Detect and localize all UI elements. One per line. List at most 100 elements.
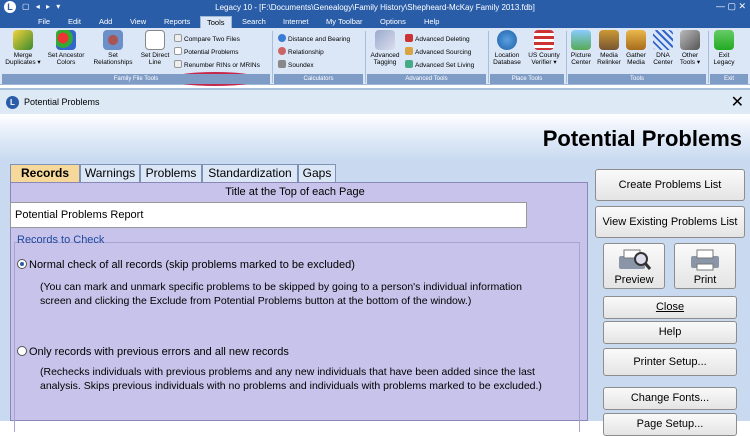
previous-errors-label: Only records with previous errors and al… bbox=[29, 346, 289, 358]
menu-bar: File Edit Add View Reports Tools Search … bbox=[0, 14, 750, 28]
legacy-logo-icon[interactable]: L bbox=[4, 1, 16, 13]
people-icon bbox=[278, 47, 286, 55]
menu-tools[interactable]: Tools bbox=[200, 16, 232, 28]
renumber-rins-button[interactable]: Renumber RINs or MRINs bbox=[174, 60, 260, 70]
ribbon-separator bbox=[365, 31, 366, 83]
tag-icon bbox=[375, 30, 395, 50]
ribbon-separator bbox=[272, 31, 273, 83]
window-title: Legacy 10 - [F:\Documents\Genealogy\Fami… bbox=[215, 3, 535, 12]
change-fonts-button[interactable]: Change Fonts... bbox=[603, 387, 737, 410]
living-icon bbox=[405, 60, 413, 68]
compare-two-files-button[interactable]: Compare Two Files bbox=[174, 34, 240, 44]
wrench-icon bbox=[680, 30, 700, 50]
print-label: Print bbox=[693, 274, 717, 286]
globe-icon bbox=[278, 34, 286, 42]
radio-selected-icon[interactable] bbox=[17, 259, 27, 269]
close-button[interactable]: Close bbox=[603, 296, 737, 319]
view-existing-problems-button[interactable]: View Existing Problems List bbox=[595, 206, 745, 238]
menu-help[interactable]: Help bbox=[418, 16, 445, 28]
close-icon[interactable]: ✕ bbox=[731, 92, 744, 112]
tab-records[interactable]: Records bbox=[10, 164, 80, 183]
report-title-input[interactable] bbox=[10, 202, 527, 228]
preview-label: Preview bbox=[614, 274, 654, 286]
group-label: Place Tools bbox=[490, 74, 564, 84]
menu-view[interactable]: View bbox=[124, 16, 152, 28]
advanced-sourcing-button[interactable]: Advanced Sourcing bbox=[405, 47, 471, 57]
help-button[interactable]: Help bbox=[603, 321, 737, 344]
exit-legacy-button[interactable]: Exit Legacy bbox=[710, 30, 738, 66]
media-relinker-button[interactable]: Media Relinker bbox=[594, 30, 624, 66]
renumber-icon bbox=[174, 60, 182, 68]
normal-check-radio[interactable]: Normal check of all records (skip proble… bbox=[17, 259, 355, 271]
menu-file[interactable]: File bbox=[32, 16, 56, 28]
gather-media-button[interactable]: Gather Media bbox=[622, 30, 650, 66]
normal-check-label: Normal check of all records (skip proble… bbox=[29, 259, 355, 271]
group-label: Family File Tools bbox=[2, 74, 270, 84]
other-tools-button[interactable]: Other Tools ▾ bbox=[676, 30, 704, 66]
exit-icon bbox=[714, 30, 734, 50]
tab-problems[interactable]: Problems bbox=[140, 164, 202, 182]
location-database-button[interactable]: Location Database bbox=[490, 30, 524, 66]
advanced-tagging-button[interactable]: Advanced Tagging bbox=[368, 30, 402, 66]
menu-options[interactable]: Options bbox=[374, 16, 412, 28]
tab-standardization[interactable]: Standardization bbox=[202, 164, 298, 182]
normal-check-description: (You can mark and unmark specific proble… bbox=[40, 281, 522, 307]
merge-duplicates-button[interactable]: Merge Duplicates ▾ bbox=[4, 30, 42, 66]
set-direct-line-button[interactable]: Set Direct Line bbox=[138, 30, 172, 66]
us-county-verifier-button[interactable]: US County Verifier ▾ bbox=[524, 30, 564, 66]
radio-unselected-icon[interactable] bbox=[17, 346, 27, 356]
picture-center-button[interactable]: Picture Center bbox=[567, 30, 595, 66]
dialog-title: Potential Problems bbox=[24, 97, 100, 107]
print-button[interactable]: Print bbox=[674, 243, 736, 289]
set-relationships-button[interactable]: Set Relationships bbox=[90, 30, 136, 66]
distance-bearing-button[interactable]: Distance and Bearing bbox=[278, 34, 350, 44]
ribbon-toolbar: Merge Duplicates ▾ Set Ancestor Colors S… bbox=[0, 28, 750, 86]
menu-edit[interactable]: Edit bbox=[62, 16, 87, 28]
advanced-set-living-button[interactable]: Advanced Set Living bbox=[405, 60, 474, 70]
group-label: Advanced Tools bbox=[367, 74, 486, 84]
menu-add[interactable]: Add bbox=[93, 16, 118, 28]
preview-button[interactable]: Preview bbox=[603, 243, 665, 289]
dialog-titlebar: L Potential Problems ✕ bbox=[0, 88, 750, 114]
picture-icon bbox=[571, 30, 591, 50]
records-to-check-label: Records to Check bbox=[17, 234, 105, 246]
menu-reports[interactable]: Reports bbox=[158, 16, 196, 28]
legacy-logo-icon: L bbox=[6, 96, 19, 109]
previous-errors-description: (Rechecks individuals with previous prob… bbox=[40, 366, 542, 392]
page-title: Potential Problems bbox=[542, 126, 742, 151]
printer-icon bbox=[691, 249, 719, 271]
dna-center-button[interactable]: DNA Center bbox=[650, 30, 676, 66]
previous-errors-radio[interactable]: Only records with previous errors and al… bbox=[17, 346, 289, 358]
colors-icon bbox=[56, 30, 76, 50]
direct-line-icon bbox=[145, 30, 165, 50]
group-label: Calculators bbox=[274, 74, 363, 84]
potential-problems-button[interactable]: Potential Problems bbox=[174, 47, 239, 57]
delete-icon bbox=[405, 34, 413, 42]
menu-search[interactable]: Search bbox=[236, 16, 272, 28]
relationships-icon bbox=[103, 30, 123, 50]
set-ancestor-colors-button[interactable]: Set Ancestor Colors bbox=[46, 30, 86, 66]
media-icon bbox=[599, 30, 619, 50]
create-problems-list-button[interactable]: Create Problems List bbox=[595, 169, 745, 201]
menu-internet[interactable]: Internet bbox=[277, 16, 314, 28]
advanced-deleting-button[interactable]: Advanced Deleting bbox=[405, 34, 470, 44]
preview-icon bbox=[619, 249, 652, 270]
page-setup-button[interactable]: Page Setup... bbox=[603, 413, 737, 436]
group-label: Tools bbox=[568, 74, 706, 84]
menu-my-toolbar[interactable]: My Toolbar bbox=[320, 16, 369, 28]
tab-warnings[interactable]: Warnings bbox=[80, 164, 140, 182]
tab-gaps[interactable]: Gaps bbox=[298, 164, 336, 182]
group-label: Exit bbox=[710, 74, 748, 84]
relationship-calc-button[interactable]: Relationship bbox=[278, 47, 324, 57]
window-controls[interactable]: — ▢ ✕ bbox=[716, 1, 746, 12]
soundex-icon bbox=[278, 60, 286, 68]
app-titlebar: L ▢ ◂ ▸ ▾ Legacy 10 - [F:\Documents\Gene… bbox=[0, 0, 750, 14]
merge-icon bbox=[13, 30, 33, 50]
soundex-button[interactable]: Soundex bbox=[278, 60, 314, 70]
title-field-label: Title at the Top of each Page bbox=[225, 186, 365, 198]
dna-icon bbox=[653, 30, 673, 50]
globe-icon bbox=[497, 30, 517, 50]
close-label: Close bbox=[655, 301, 685, 313]
quick-access-toolbar[interactable]: ▢ ◂ ▸ ▾ bbox=[22, 2, 62, 11]
printer-setup-button[interactable]: Printer Setup... bbox=[603, 348, 737, 376]
